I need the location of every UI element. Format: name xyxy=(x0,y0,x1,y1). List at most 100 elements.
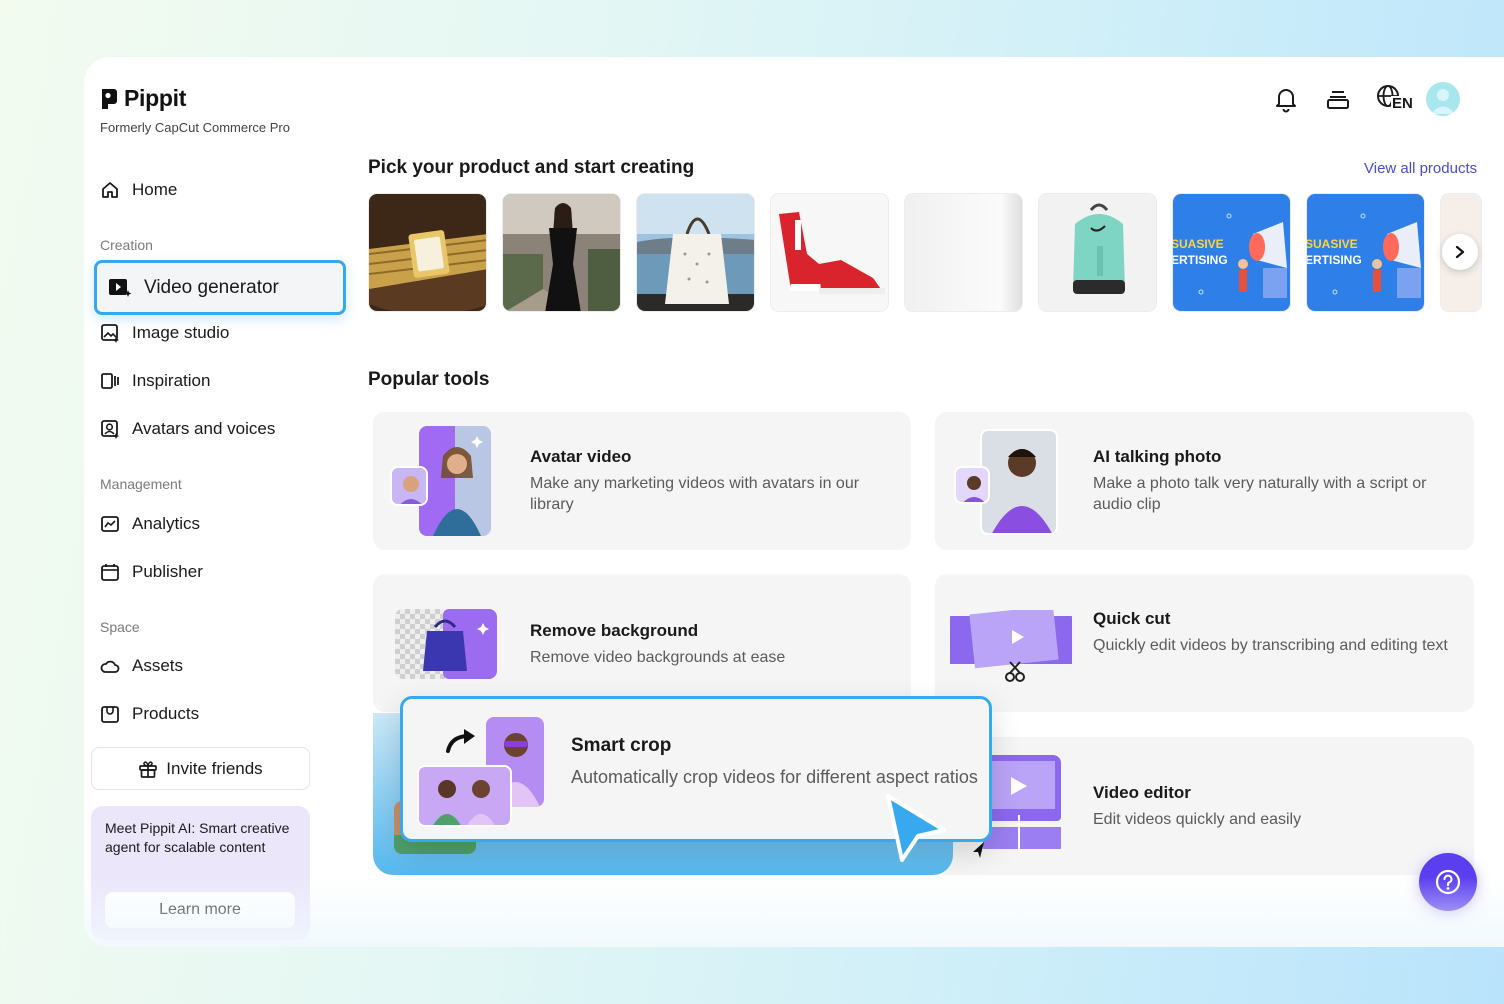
dress-image xyxy=(503,194,620,311)
view-all-products-link[interactable]: View all products xyxy=(1364,160,1477,177)
smart-crop-landscape-thumb xyxy=(417,765,512,827)
sidebar-item-avatars-voices[interactable]: Avatars and voices xyxy=(100,414,275,444)
product-thumb-dress[interactable] xyxy=(502,193,621,312)
tool-card-remove-background[interactable]: Remove background Remove video backgroun… xyxy=(373,574,911,712)
calendar-icon xyxy=(101,564,119,581)
sidebar-item-label: Assets xyxy=(132,656,184,675)
bell-icon[interactable] xyxy=(1272,85,1300,113)
section-label-management: Management xyxy=(100,476,182,492)
tool-card-video-editor[interactable]: Video editor Edit videos quickly and eas… xyxy=(935,737,1474,875)
user-avatar-icon xyxy=(1431,89,1455,114)
tool-desc: Remove video backgrounds at ease xyxy=(530,649,786,666)
tote-bag-image xyxy=(637,194,754,311)
sidebar-item-inspiration[interactable]: Inspiration xyxy=(100,366,210,396)
avatar[interactable] xyxy=(1426,82,1460,116)
avatar-video-thumb xyxy=(419,426,491,536)
product-thumb-poster-1[interactable]: SUASIVE ERTISING xyxy=(1172,193,1291,312)
home-icon xyxy=(102,182,118,198)
blank-product-image xyxy=(905,194,1022,311)
promo-card: Meet Pippit AI: Smart creative agent for… xyxy=(91,806,310,940)
sidebar-item-label: Inspiration xyxy=(132,371,211,390)
sidebar-item-label: Home xyxy=(132,180,178,199)
product-thumb-backpack[interactable] xyxy=(1038,193,1157,312)
tool-desc: Make any marketing videos with avatars i… xyxy=(530,475,860,513)
video-editor-thumb xyxy=(983,755,1061,855)
sidebar-item-video-generator[interactable]: Video generator xyxy=(94,260,346,315)
tool-title: AI talking photo xyxy=(1093,447,1222,466)
help-button[interactable] xyxy=(1419,853,1477,911)
tool-title: Quick cut xyxy=(1093,609,1171,628)
product-thumb-watch[interactable] xyxy=(368,193,487,312)
backpack-image xyxy=(1039,194,1156,311)
tool-desc: Quickly edit videos by transcribing and … xyxy=(1093,637,1448,654)
brand-name: Pippit xyxy=(124,85,187,111)
learn-more-button[interactable]: Learn more xyxy=(105,892,295,928)
brand-subtitle: Formerly CapCut Commerce Pro xyxy=(100,120,290,135)
sneakers-image xyxy=(771,194,888,311)
cloud-icon xyxy=(100,660,120,673)
remove-bg-thumb xyxy=(395,609,497,679)
tool-title: Avatar video xyxy=(530,447,632,466)
tool-title: Smart crop xyxy=(571,735,672,756)
poster-text: ERTISING xyxy=(1307,253,1362,267)
product-thumb-poster-2[interactable]: SUASIVE ERTISING xyxy=(1306,193,1425,312)
sidebar-item-label: Products xyxy=(132,704,200,723)
pippit-logo-icon xyxy=(102,88,117,109)
carousel-next-button[interactable] xyxy=(1442,234,1478,270)
avatar-small-thumb xyxy=(390,466,428,506)
sidebar-item-assets[interactable]: Assets xyxy=(100,651,183,681)
image-sparkle-icon xyxy=(101,324,119,343)
sidebar-item-products[interactable]: Products xyxy=(100,699,199,729)
product-carousel: SUASIVE ERTISING SUASIVE ERTISING xyxy=(368,193,1482,312)
app-window: Pippit Formerly CapCut Commerce Pro Home… xyxy=(84,57,1504,947)
tool-card-avatar-video[interactable]: Avatar video Make any marketing videos w… xyxy=(373,412,911,550)
gift-icon xyxy=(139,760,158,778)
watch-image xyxy=(369,194,486,311)
tool-desc: Edit videos quickly and easily xyxy=(1093,811,1302,828)
logo[interactable]: Pippit xyxy=(100,85,186,112)
sidebar-item-publisher[interactable]: Publisher xyxy=(100,557,203,587)
poster-text: SUASIVE xyxy=(1173,237,1224,251)
sidebar-item-label: Publisher xyxy=(132,562,203,581)
section-label-space: Space xyxy=(100,619,140,635)
sidebar-item-label: Image studio xyxy=(132,323,230,342)
avatar-frame-icon xyxy=(101,420,119,439)
product-thumb-tote-bag[interactable] xyxy=(636,193,755,312)
sidebar-item-analytics[interactable]: Analytics xyxy=(100,509,200,539)
advertising-poster-image: SUASIVE ERTISING xyxy=(1307,194,1424,311)
tool-card-ai-talking-photo[interactable]: AI talking photo Make a photo talk very … xyxy=(935,412,1474,550)
tool-desc: Automatically crop videos for different … xyxy=(571,767,978,787)
curved-arrow-icon xyxy=(446,729,475,753)
sidebar-item-home[interactable]: Home xyxy=(100,175,177,205)
sidebar-item-label: Analytics xyxy=(132,514,201,533)
tool-title: Video editor xyxy=(1093,783,1191,802)
tools-heading: Popular tools xyxy=(368,369,490,390)
talking-photo-small-thumb xyxy=(954,466,990,504)
tool-card-quick-cut[interactable]: Quick cut Quickly edit videos by transcr… xyxy=(935,574,1474,712)
poster-text: ERTISING xyxy=(1173,253,1228,267)
cursor-pointer-icon xyxy=(886,794,946,862)
chevron-right-icon xyxy=(1455,245,1465,259)
analytics-icon xyxy=(101,516,119,532)
language-selector[interactable]: EN xyxy=(1376,84,1414,114)
stack-icon[interactable] xyxy=(1324,85,1352,113)
product-thumb-blank[interactable] xyxy=(904,193,1023,312)
promo-text: Meet Pippit AI: Smart creative agent for… xyxy=(105,820,290,855)
tool-title: Remove background xyxy=(530,621,699,640)
tool-desc: Make a photo talk very naturally with a … xyxy=(1093,475,1427,513)
quick-cut-thumb xyxy=(950,610,1072,684)
advertising-poster-image: SUASIVE ERTISING xyxy=(1173,194,1290,311)
invite-label: Invite friends xyxy=(166,758,263,778)
talking-photo-thumb xyxy=(980,429,1058,535)
product-thumb-sneakers[interactable] xyxy=(770,193,889,312)
product-box-icon xyxy=(101,706,119,723)
poster-text: SUASIVE xyxy=(1307,237,1358,251)
small-cursor-icon xyxy=(973,842,984,858)
invite-friends-button[interactable]: Invite friends xyxy=(91,747,310,790)
section-label-creation: Creation xyxy=(100,237,153,253)
language-code: EN xyxy=(1391,95,1414,112)
video-sparkle-icon xyxy=(109,278,132,297)
help-icon xyxy=(1435,869,1461,895)
sidebar-item-image-studio[interactable]: Image studio xyxy=(100,318,229,348)
sidebar-item-label: Avatars and voices xyxy=(132,419,276,438)
